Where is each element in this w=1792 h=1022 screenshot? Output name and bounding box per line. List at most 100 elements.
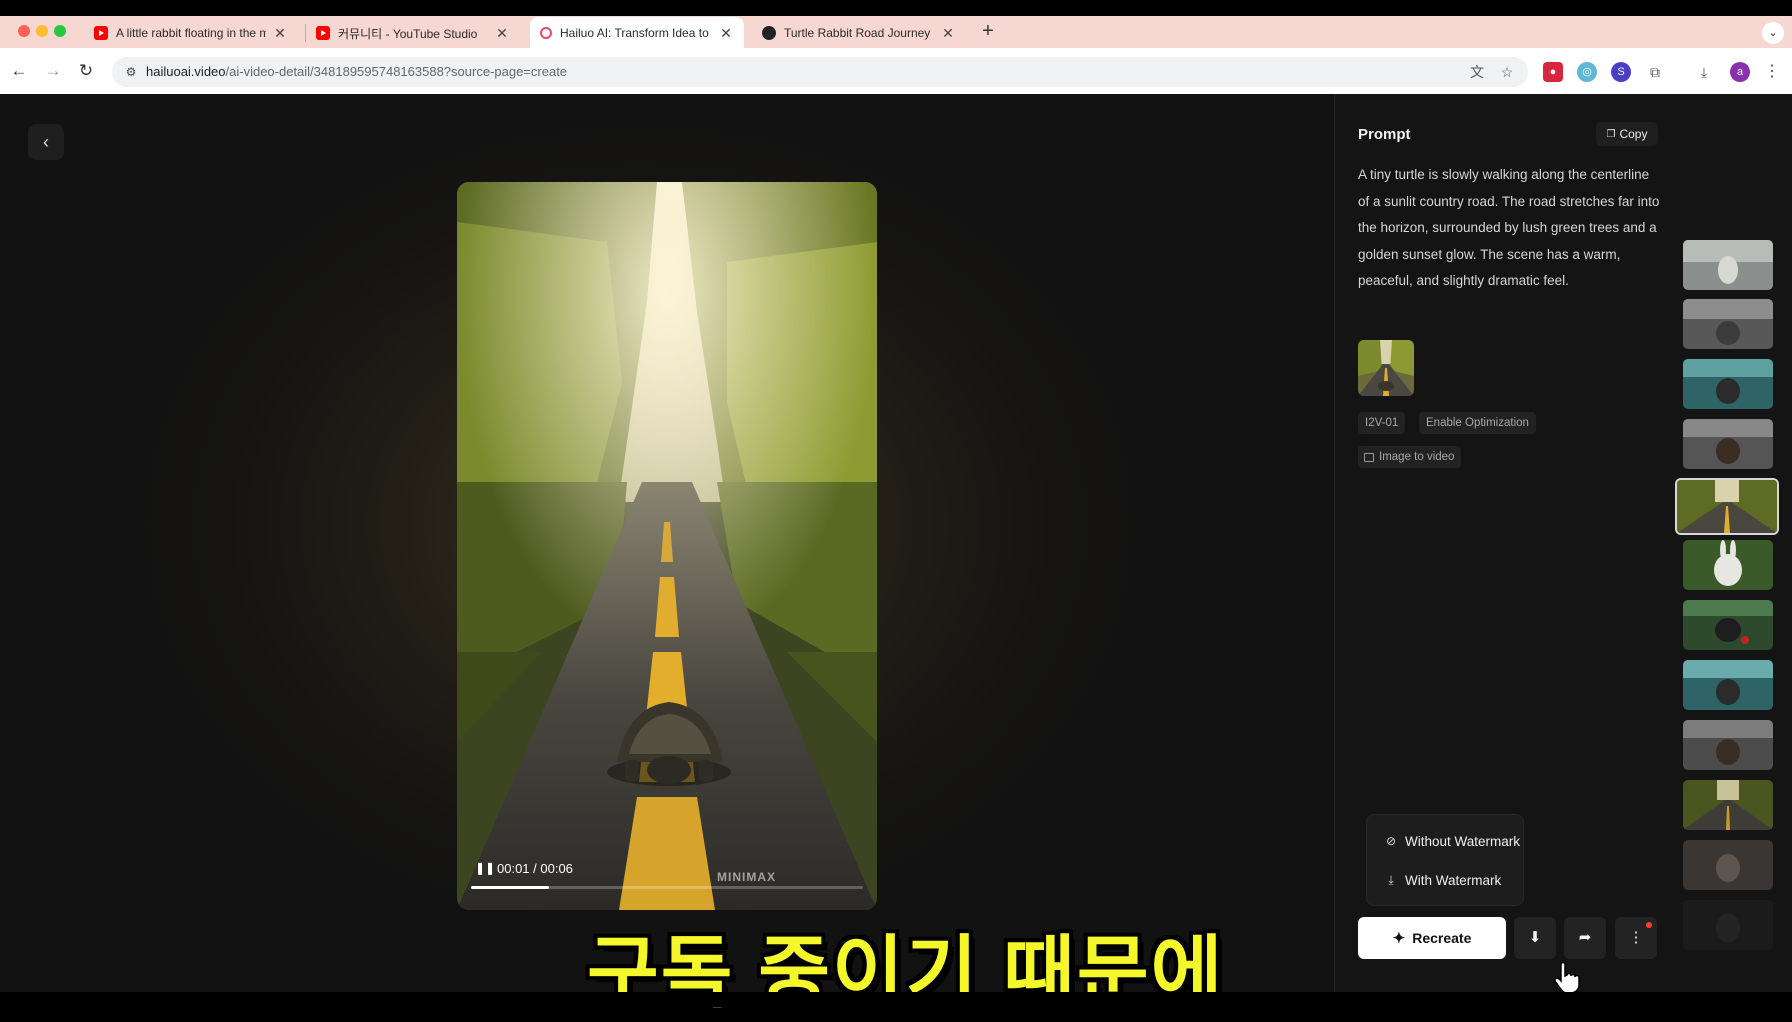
video-watermark: MINIMAX: [717, 870, 776, 884]
download-menu: ⊘ Without Watermark ⤓ With Watermark: [1366, 814, 1524, 906]
url-path: /ai-video-detail/348189595748163588?sour…: [225, 64, 568, 79]
close-tab-icon[interactable]: ✕: [940, 25, 956, 42]
download-button[interactable]: ⬇: [1514, 917, 1556, 959]
extension-record-icon[interactable]: ●: [1543, 62, 1563, 82]
download-with-watermark[interactable]: ⤓ With Watermark: [1385, 868, 1501, 892]
browser-tab-rabbit[interactable]: A little rabbit floating in the m ✕: [84, 18, 298, 48]
thumbnail-image: [1683, 299, 1773, 349]
profile-avatar[interactable]: a: [1730, 62, 1750, 82]
notification-dot: [1646, 922, 1652, 928]
extension-colorful-icon[interactable]: ◎: [1577, 62, 1597, 82]
chevron-left-icon: ‹: [43, 132, 49, 152]
history-thumbnail[interactable]: [1683, 840, 1773, 890]
menu-label: Without Watermark: [1405, 833, 1521, 849]
reference-image: [1358, 340, 1414, 396]
minimize-window-button[interactable]: [36, 25, 48, 37]
youtube-icon: [94, 26, 108, 40]
fullscreen-window-button[interactable]: [54, 25, 66, 37]
optimization-tag: Enable Optimization: [1419, 412, 1536, 434]
close-tab-icon[interactable]: ✕: [718, 25, 734, 42]
history-thumbnail[interactable]: [1683, 240, 1773, 290]
sparkle-icon: ✦: [1392, 930, 1406, 947]
more-vertical-icon: ⋮: [1628, 929, 1644, 946]
bookmark-star-icon[interactable]: ☆: [1497, 62, 1517, 82]
pause-icon[interactable]: ❚❚: [475, 861, 495, 875]
back-arrow-icon[interactable]: ←: [8, 60, 30, 82]
share-button[interactable]: ➦: [1564, 917, 1606, 959]
video-frame: [457, 182, 877, 910]
menu-label: With Watermark: [1405, 872, 1502, 888]
model-tag: I2V-01: [1358, 412, 1406, 434]
browser-menu-icon[interactable]: ⋮: [1764, 62, 1780, 82]
history-thumbnail[interactable]: [1683, 540, 1773, 590]
video-progress-fill: [471, 886, 550, 889]
video-progress-bar[interactable]: [471, 886, 863, 889]
browser-tab-hailuo[interactable]: Hailuo AI: Transform Idea to V ✕: [530, 17, 744, 49]
thumbnail-image: [1683, 419, 1773, 469]
thumbnail-image: [1683, 780, 1773, 830]
history-thumbnail[interactable]: [1683, 780, 1773, 830]
tab-search-button[interactable]: ⌄: [1762, 22, 1784, 44]
prompt-title: Prompt: [1358, 126, 1411, 143]
history-thumbnail[interactable]: [1683, 600, 1773, 650]
prompt-text: A tiny turtle is slowly walking along th…: [1358, 167, 1660, 289]
download-icon: ⬇: [1528, 929, 1542, 946]
browser-tab-turtle[interactable]: Turtle Rabbit Road Journey ✕: [752, 18, 966, 48]
thumbnail-image: [1683, 900, 1773, 950]
image-icon: [1364, 452, 1374, 462]
hailuo-icon: [540, 27, 552, 39]
history-thumbnail[interactable]: [1683, 720, 1773, 770]
extensions-puzzle-icon[interactable]: ⧉: [1645, 62, 1665, 82]
extension-s-icon[interactable]: S: [1611, 62, 1631, 82]
back-button[interactable]: ‹: [28, 124, 64, 160]
mode-tag: Image to video: [1358, 446, 1462, 468]
copy-button[interactable]: ❐ Copy: [1596, 122, 1658, 146]
thumbnail-image: [1683, 720, 1773, 770]
new-tab-button[interactable]: +: [978, 20, 998, 43]
tab-title: A little rabbit floating in the m: [116, 26, 266, 40]
download-without-watermark[interactable]: ⊘ Without Watermark: [1385, 829, 1520, 853]
share-arrow-icon: ➦: [1578, 929, 1592, 946]
url-host: hailuoai.video: [146, 64, 226, 79]
history-thumbnail[interactable]: [1683, 419, 1773, 469]
site-settings-icon[interactable]: ⚙: [122, 63, 140, 81]
history-thumbnail[interactable]: [1683, 359, 1773, 409]
translate-icon[interactable]: 文: [1467, 62, 1487, 82]
hand-cursor-icon: [1554, 961, 1580, 994]
copy-icon: ❐: [1606, 128, 1616, 140]
close-tab-icon[interactable]: ✕: [272, 25, 288, 42]
url-text[interactable]: hailuoai.video/ai-video-detail/348189595…: [146, 64, 567, 79]
thumbnail-image: [1677, 480, 1777, 533]
screen-top-bar: [0, 0, 1792, 16]
video-time: 00:01 / 00:06: [497, 861, 573, 876]
history-thumbnail[interactable]: [1683, 299, 1773, 349]
screen-bottom-bar: [0, 992, 1792, 1007]
close-tab-icon[interactable]: ✕: [494, 25, 510, 42]
no-watermark-icon: ⊘: [1385, 834, 1397, 848]
thumbnail-image: [1683, 840, 1773, 890]
tab-title: Turtle Rabbit Road Journey: [784, 26, 931, 40]
thumbnail-image: [1683, 359, 1773, 409]
close-window-button[interactable]: [18, 25, 30, 37]
chatgpt-icon: [762, 26, 776, 40]
reload-icon[interactable]: ↻: [75, 60, 97, 82]
watermark-icon: ⤓: [1388, 872, 1394, 887]
history-thumbnail[interactable]: [1683, 660, 1773, 710]
thumbnail-image: [1683, 240, 1773, 290]
recreate-label: Recreate: [1412, 930, 1472, 946]
forward-arrow-icon[interactable]: →: [42, 60, 64, 82]
download-icon[interactable]: ⤓: [1694, 62, 1714, 82]
thumbnail-image: [1683, 600, 1773, 650]
youtube-icon: [316, 26, 330, 40]
mode-tag-label: Image to video: [1379, 451, 1455, 463]
tab-title: 커뮤니티 - YouTube Studio: [338, 26, 478, 41]
page: ‹ ❚❚ 00:01 / 00:06 MINIMAX 구독 중이기 때문에 Pr…: [0, 94, 1792, 1016]
history-thumbnail-selected[interactable]: [1675, 478, 1779, 535]
reference-image-thumbnail[interactable]: [1358, 340, 1414, 396]
video-player[interactable]: ❚❚ 00:01 / 00:06 MINIMAX: [457, 182, 877, 910]
history-thumbnail[interactable]: [1683, 900, 1773, 950]
browser-tab-youtube-studio[interactable]: 커뮤니티 - YouTube Studio ✕: [306, 18, 520, 48]
recreate-button[interactable]: ✦ Recreate: [1358, 917, 1506, 959]
panel-divider: [1334, 94, 1335, 992]
tab-title: Hailuo AI: Transform Idea to V: [560, 26, 712, 40]
